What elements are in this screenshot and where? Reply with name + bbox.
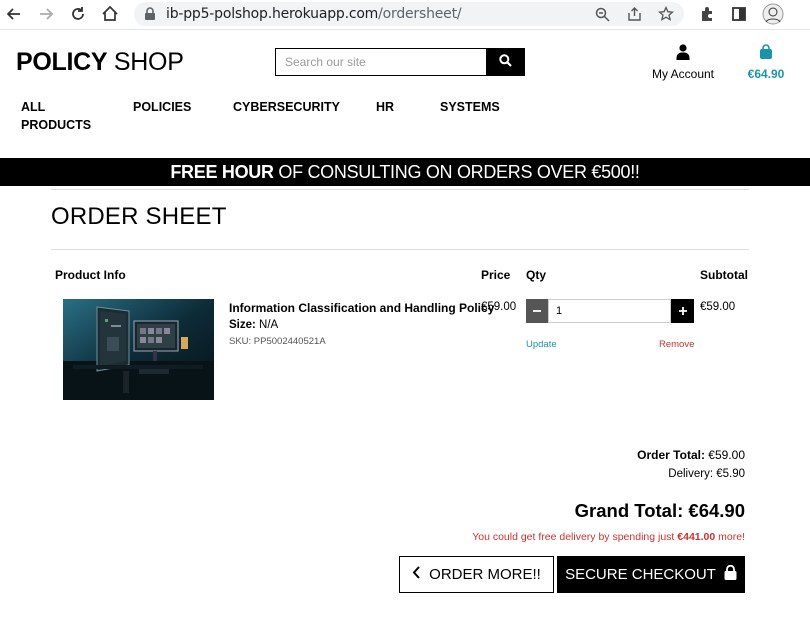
header-price: Price <box>481 268 511 282</box>
search-form <box>275 48 525 76</box>
main-nav: ALL PRODUCTS POLICIES CYBERSECURITY HR SY… <box>0 98 810 138</box>
product-name[interactable]: Information Classification and Handling … <box>229 301 494 315</box>
secure-checkout-button[interactable]: SECURE CHECKOUT <box>557 556 745 593</box>
my-account-link[interactable]: My Account <box>648 44 718 81</box>
order-more-label: ORDER MORE!! <box>429 566 541 583</box>
page-title: ORDER SHEET <box>51 203 227 230</box>
search-button[interactable] <box>486 48 525 76</box>
order-total-label: Order Total: <box>637 448 705 462</box>
search-icon <box>499 54 512 70</box>
side-panel-icon[interactable] <box>729 4 749 24</box>
order-total-value: €59.00 <box>704 448 745 462</box>
qty-input[interactable] <box>548 299 671 323</box>
back-arrow-icon[interactable] <box>4 4 24 24</box>
extensions-puzzle-icon[interactable] <box>697 4 717 24</box>
delivery-cost: Delivery: €5.90 <box>668 468 745 480</box>
reload-icon[interactable] <box>68 4 88 24</box>
free-delivery-amount: €441.00 <box>677 531 716 543</box>
nav-policies[interactable]: POLICIES <box>133 98 191 116</box>
nav-all-products[interactable]: ALL PRODUCTS <box>21 98 91 134</box>
zoom-icon[interactable] <box>594 6 610 22</box>
nav-hr[interactable]: HR <box>376 98 394 116</box>
browser-toolbar: ib-pp5-polshop.herokuapp.com/ordersheet/ <box>0 0 810 30</box>
header-product-info: Product Info <box>55 268 126 282</box>
divider <box>51 189 749 190</box>
minus-icon <box>532 303 542 319</box>
order-more-button[interactable]: ORDER MORE!! <box>399 556 554 593</box>
promo-banner: FREE HOUR OF CONSULTING ON ORDERS OVER €… <box>0 158 810 186</box>
product-sku: SKU: PP5002440521A <box>229 336 326 347</box>
address-bar[interactable]: ib-pp5-polshop.herokuapp.com/ordersheet/ <box>134 2 684 26</box>
banner-text: OF CONSULTING ON ORDERS OVER €500!! <box>273 162 640 182</box>
product-size: Size: N/A <box>229 319 278 331</box>
secure-checkout-label: SECURE CHECKOUT <box>565 566 716 583</box>
order-total: Order Total: €59.00 <box>637 448 745 462</box>
free-delivery-notice: You could get free delivery by spending … <box>472 531 745 543</box>
nav-cybersecurity[interactable]: CYBERSECURITY <box>233 98 340 116</box>
url-path: /ordersheet/ <box>378 6 462 22</box>
banner-bold-text: FREE HOUR <box>170 162 274 182</box>
search-input[interactable] <box>275 48 487 76</box>
quantity-stepper <box>526 299 694 323</box>
plus-icon <box>678 303 688 319</box>
product-size-label: Size: <box>229 319 256 331</box>
product-subtotal: €59.00 <box>700 301 736 313</box>
profile-avatar-icon[interactable] <box>761 2 785 26</box>
nav-all-products-line2: PRODUCTS <box>21 118 92 132</box>
free-delivery-prefix: You could get free delivery by spending … <box>472 531 678 543</box>
header-qty: Qty <box>526 268 547 282</box>
product-price: €59.00 <box>481 301 517 313</box>
product-image[interactable] <box>63 299 214 400</box>
nav-systems[interactable]: SYSTEMS <box>440 98 500 116</box>
home-icon[interactable] <box>100 4 120 24</box>
nav-all-products-line1: ALL <box>21 100 46 114</box>
shopping-bag-icon <box>759 44 773 64</box>
logo-light-text: SHOP <box>107 48 184 76</box>
lock-icon <box>724 564 737 584</box>
product-size-value: N/A <box>255 319 279 331</box>
lock-icon[interactable] <box>144 7 158 21</box>
bag-total: €64.90 <box>747 67 785 81</box>
qty-decrement-button[interactable] <box>526 299 548 323</box>
update-link[interactable]: Update <box>526 339 557 350</box>
url-text: ib-pp5-polshop.herokuapp.com/ordersheet/ <box>166 6 462 22</box>
free-delivery-suffix: more! <box>715 531 745 543</box>
forward-arrow-icon[interactable] <box>36 4 56 24</box>
my-account-label: My Account <box>651 67 715 81</box>
divider <box>51 249 749 250</box>
site-logo[interactable]: POLICY SHOP <box>16 48 184 77</box>
header-subtotal: Subtotal <box>700 268 748 282</box>
grand-total: Grand Total: €64.90 <box>574 500 745 521</box>
share-icon[interactable] <box>626 6 642 22</box>
shopping-bag-link[interactable]: €64.90 <box>744 44 788 81</box>
bookmark-star-icon[interactable] <box>658 6 674 22</box>
chevron-left-icon <box>412 566 421 583</box>
user-icon <box>676 44 690 64</box>
remove-link[interactable]: Remove <box>659 339 694 350</box>
url-host: ib-pp5-polshop.herokuapp.com <box>166 6 379 22</box>
logo-bold-text: POLICY <box>16 48 108 76</box>
qty-increment-button[interactable] <box>671 299 694 323</box>
